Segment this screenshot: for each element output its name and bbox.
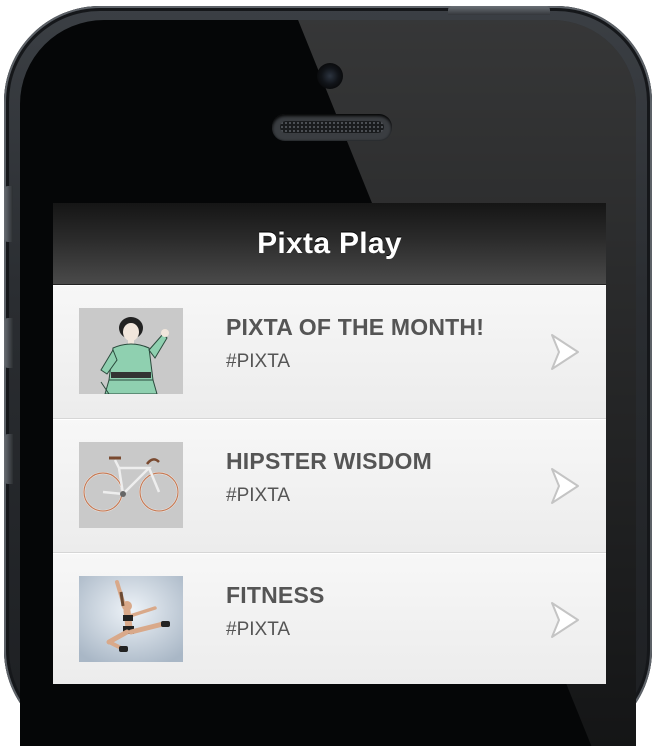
list-item-subtitle: #PIXTA xyxy=(226,619,291,640)
mute-switch xyxy=(4,186,13,242)
volume-up-button xyxy=(4,318,13,368)
volume-down-button xyxy=(4,434,13,484)
power-button xyxy=(448,6,550,15)
list-item-subtitle: #PIXTA xyxy=(226,351,291,372)
front-camera xyxy=(317,63,343,89)
retro-woman-image xyxy=(79,308,183,394)
nav-title: Pixta Play xyxy=(257,226,402,260)
chevron-right-icon[interactable] xyxy=(548,466,582,506)
list-item-title: HIPSTER WISDOM xyxy=(226,448,432,474)
dancer-image xyxy=(79,576,183,662)
list-item-title: FITNESS xyxy=(226,582,325,608)
list-item[interactable]: FITNESS #PIXTA xyxy=(53,553,606,684)
list-item[interactable]: HIPSTER WISDOM #PIXTA xyxy=(53,419,606,553)
speaker-grill xyxy=(280,121,384,133)
navigation-bar: Pixta Play xyxy=(53,203,606,285)
list-item-subtitle: #PIXTA xyxy=(226,485,291,506)
list-item[interactable]: PIXTA OF THE MONTH! #PIXTA xyxy=(53,285,606,419)
chevron-right-icon[interactable] xyxy=(548,600,582,640)
list-item-title: PIXTA OF THE MONTH! xyxy=(226,314,485,340)
chevron-right-icon[interactable] xyxy=(548,332,582,372)
app-screen: Pixta Play PIXTA OF THE MONTH! #PIXTA HI… xyxy=(53,203,606,684)
earpiece-speaker xyxy=(272,114,392,140)
bicycle-image xyxy=(79,442,183,528)
